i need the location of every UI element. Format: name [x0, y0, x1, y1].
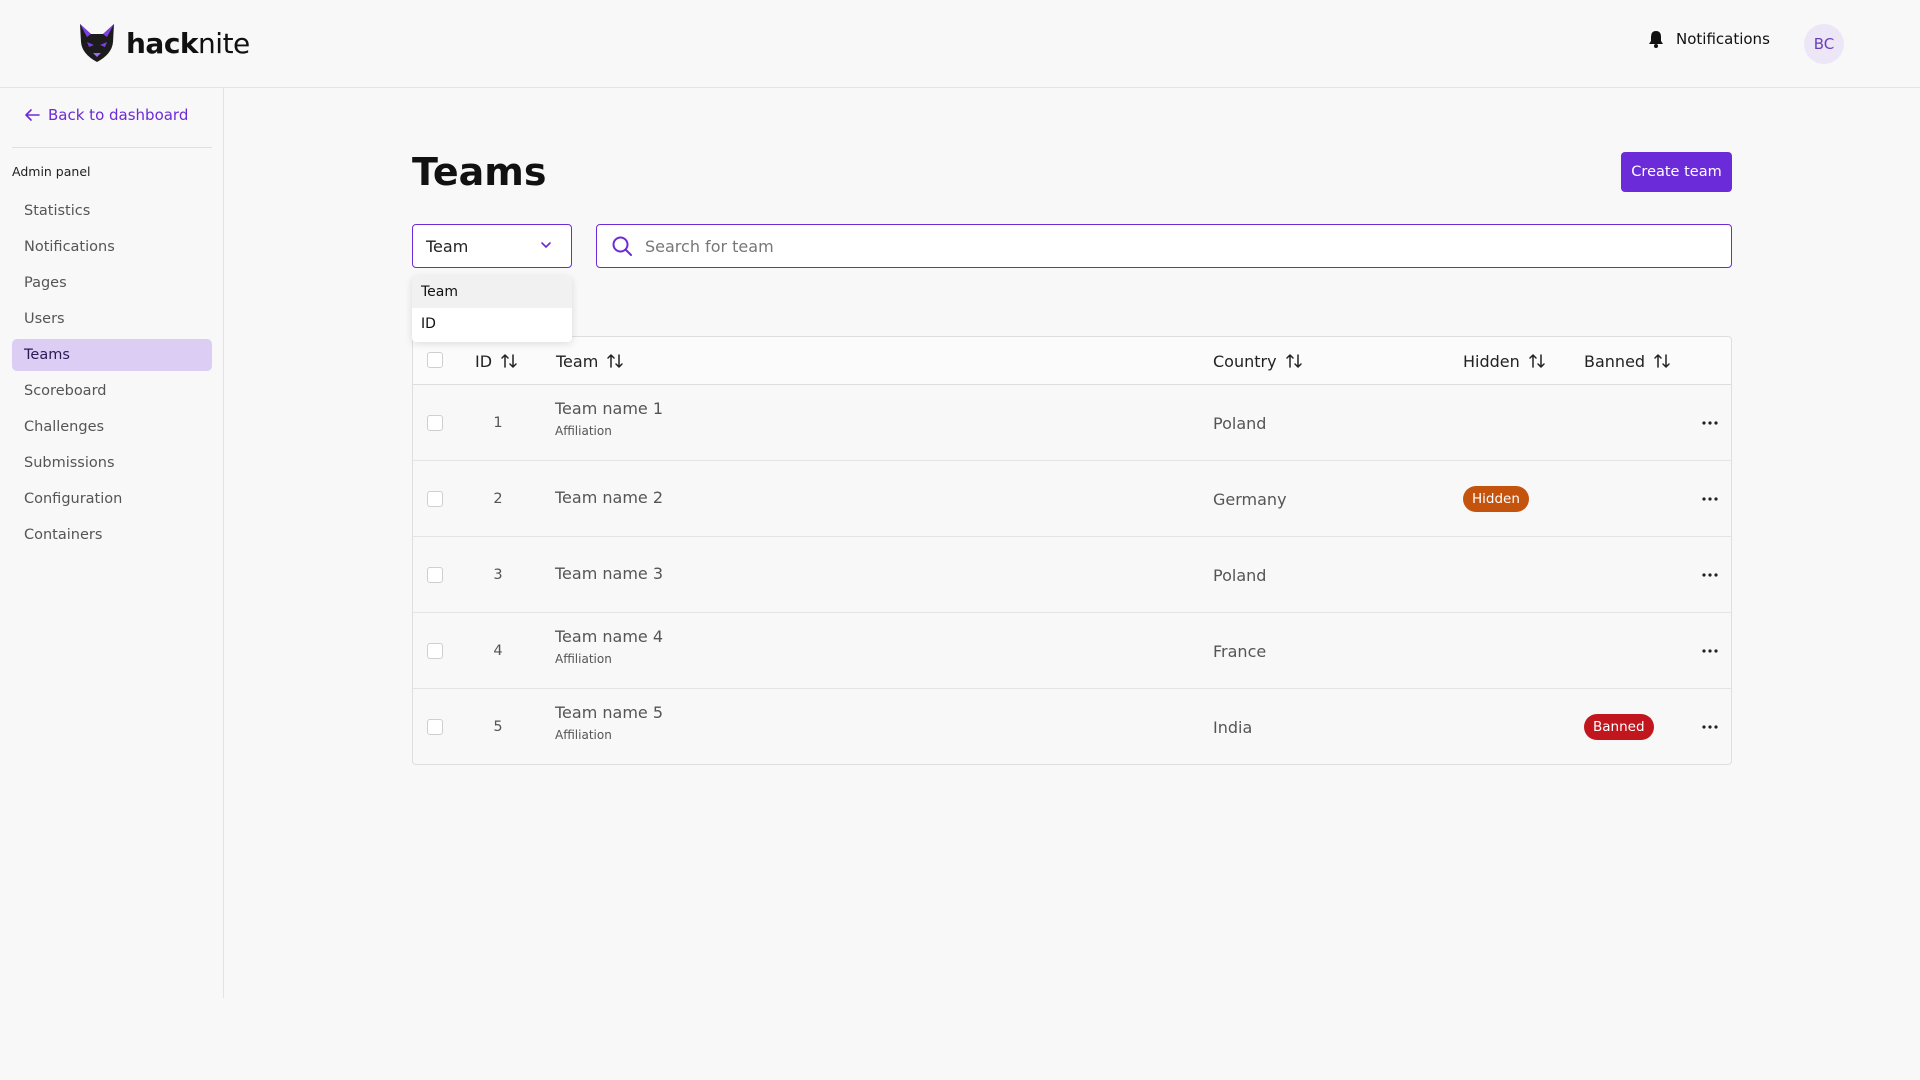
- sidebar-item-submissions[interactable]: Submissions: [12, 447, 212, 479]
- column-label-banned: Banned: [1584, 351, 1646, 371]
- more-horizontal-icon[interactable]: [1701, 491, 1719, 507]
- column-header-id[interactable]: ID: [475, 349, 518, 373]
- sort-arrows-icon: [1529, 354, 1545, 368]
- row-checkbox[interactable]: [427, 643, 443, 659]
- status-badge-banned: Banned: [1584, 714, 1654, 740]
- avatar[interactable]: BC: [1804, 24, 1844, 64]
- team-id: 5: [493, 719, 503, 735]
- column-label-hidden: Hidden: [1463, 351, 1520, 371]
- sort-arrows-icon: [607, 354, 624, 368]
- team-name: Team name 1: [555, 399, 664, 418]
- column-header-hidden[interactable]: Hidden: [1463, 349, 1546, 373]
- page-title: Teams: [412, 150, 547, 194]
- table-row[interactable]: 5 Team name 5 Affiliation India Banned: [413, 689, 1731, 764]
- status-badge-hidden: Hidden: [1463, 486, 1529, 512]
- table-row[interactable]: 1 Team name 1 Affiliation Poland: [413, 385, 1731, 461]
- table-row[interactable]: 4 Team name 4 Affiliation France: [413, 613, 1731, 689]
- sort-arrows-icon: [1285, 354, 1302, 368]
- team-name: Team name 4: [555, 627, 664, 646]
- column-label-team: Team: [556, 351, 599, 371]
- filter-field-select[interactable]: Team: [412, 224, 572, 268]
- dropdown-option-team[interactable]: Team: [412, 276, 572, 308]
- chevron-down-icon: [541, 242, 551, 248]
- search-box: [596, 224, 1732, 268]
- sort-arrows-icon: [501, 354, 517, 368]
- team-country: Poland: [1213, 565, 1267, 585]
- row-checkbox[interactable]: [427, 415, 443, 431]
- team-country: France: [1213, 641, 1267, 661]
- team-country: Poland: [1213, 413, 1267, 433]
- back-to-dashboard-link[interactable]: Back to dashboard: [24, 106, 188, 124]
- more-horizontal-icon[interactable]: [1701, 643, 1719, 659]
- team-affiliation: Affiliation: [555, 728, 612, 742]
- row-checkbox[interactable]: [427, 719, 443, 735]
- more-horizontal-icon[interactable]: [1701, 567, 1719, 583]
- more-horizontal-icon[interactable]: [1701, 415, 1719, 431]
- team-name: Team name 2: [555, 488, 664, 507]
- team-name: Team name 5: [555, 703, 664, 722]
- team-id: 1: [493, 415, 503, 431]
- search-icon: [612, 236, 632, 256]
- column-label-country: Country: [1213, 351, 1277, 371]
- team-id: 2: [493, 491, 503, 507]
- table-row[interactable]: 3 Team name 3 Poland: [413, 537, 1731, 613]
- row-checkbox[interactable]: [427, 491, 443, 507]
- column-header-team[interactable]: Team: [556, 349, 624, 373]
- column-header-banned[interactable]: Banned: [1584, 349, 1671, 373]
- notifications-label: Notifications: [1676, 30, 1770, 48]
- app-name: hacknite: [126, 26, 250, 60]
- app-logo[interactable]: hacknite: [78, 22, 250, 64]
- column-header-country[interactable]: Country: [1213, 349, 1303, 373]
- sidebar-item-notifications[interactable]: Notifications: [12, 231, 212, 263]
- sidebar-item-scoreboard[interactable]: Scoreboard: [12, 375, 212, 407]
- notifications-button[interactable]: Notifications: [1648, 30, 1770, 48]
- sidebar-item-users[interactable]: Users: [12, 303, 212, 335]
- search-input[interactable]: [645, 236, 1645, 256]
- arrow-left-icon: [25, 109, 40, 121]
- team-country: Germany: [1213, 489, 1287, 509]
- fox-logo-icon: [80, 24, 114, 62]
- sidebar: Back to dashboard Admin panel Statistics…: [0, 88, 224, 998]
- team-id: 3: [493, 567, 503, 583]
- more-horizontal-icon[interactable]: [1701, 719, 1719, 735]
- table-header: ID Team Country Hidden Banned: [413, 337, 1731, 385]
- dropdown-option-id[interactable]: ID: [412, 308, 572, 340]
- top-header: hacknite Notifications BC: [0, 0, 1920, 88]
- column-label-id: ID: [475, 351, 493, 371]
- table-row[interactable]: 2 Team name 2 Germany Hidden: [413, 461, 1731, 537]
- sidebar-divider: [12, 147, 212, 148]
- back-label: Back to dashboard: [48, 106, 189, 124]
- sidebar-item-configuration[interactable]: Configuration: [12, 483, 212, 515]
- filter-selected-value: Team: [426, 236, 469, 256]
- row-checkbox[interactable]: [427, 567, 443, 583]
- team-country: India: [1213, 717, 1253, 737]
- team-affiliation: Affiliation: [555, 424, 612, 438]
- filter-dropdown-menu: Team ID: [412, 276, 572, 342]
- sidebar-item-statistics[interactable]: Statistics: [12, 195, 212, 227]
- sidebar-item-containers[interactable]: Containers: [12, 519, 212, 551]
- sidebar-item-challenges[interactable]: Challenges: [12, 411, 212, 443]
- sidebar-nav: Statistics Notifications Pages Users Tea…: [12, 195, 212, 555]
- sidebar-item-pages[interactable]: Pages: [12, 267, 212, 299]
- sidebar-item-teams[interactable]: Teams: [12, 339, 212, 371]
- sort-arrows-icon: [1654, 354, 1670, 368]
- create-team-button[interactable]: Create team: [1621, 152, 1732, 192]
- team-id: 4: [493, 643, 503, 659]
- team-name: Team name 3: [555, 564, 664, 583]
- bell-icon: [1649, 31, 1663, 48]
- sidebar-section-title: Admin panel: [12, 164, 91, 179]
- select-all-checkbox[interactable]: [427, 352, 443, 368]
- teams-table: ID Team Country Hidden Banned 1 Team nam…: [412, 336, 1732, 765]
- team-affiliation: Affiliation: [555, 652, 612, 666]
